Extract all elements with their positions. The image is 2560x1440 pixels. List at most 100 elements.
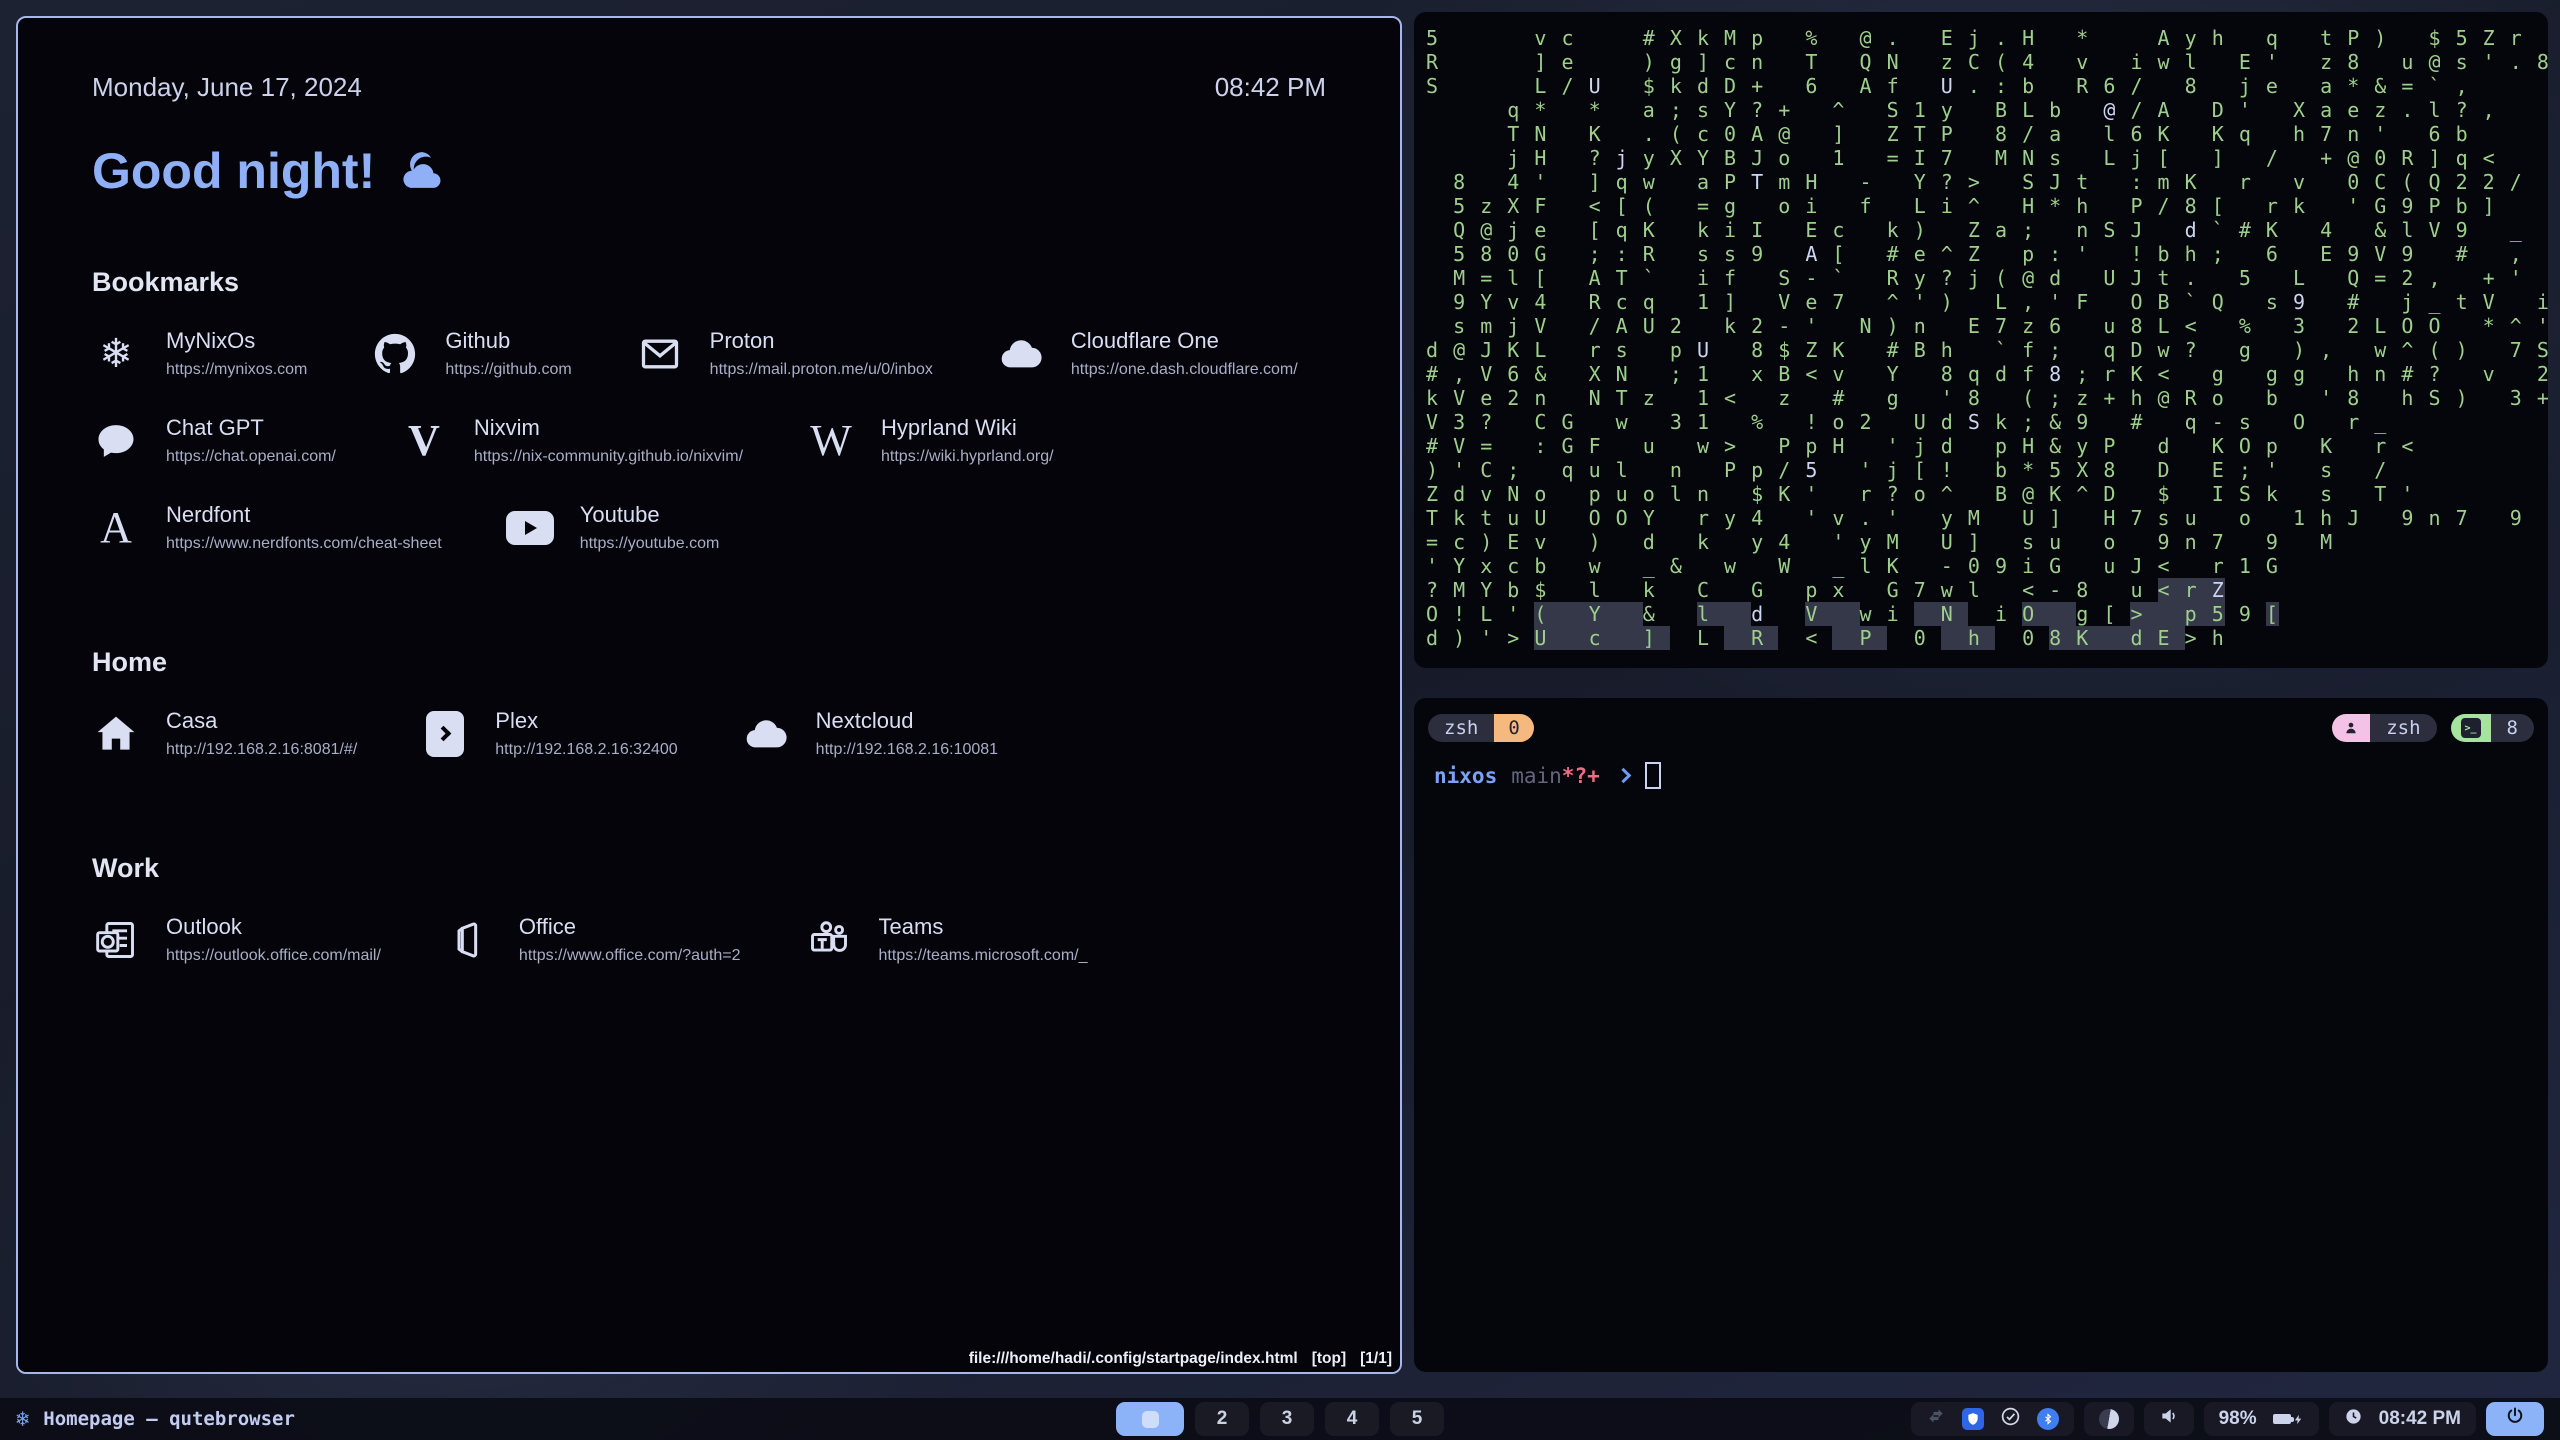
bookmark-item[interactable]: ❄MyNixOshttps://mynixos.com: [92, 328, 307, 379]
tmux-window-name: zsh: [1428, 714, 1494, 742]
bookmark-url: https://mail.proton.me/u/0/inbox: [710, 361, 933, 379]
shell-prompt[interactable]: nixos main *?+: [1434, 762, 2534, 789]
section-home: Home Casahttp://192.168.2.16:8081/#/ Plex h…: [92, 647, 1326, 759]
moon-icon: [2099, 1409, 2119, 1429]
wikipedia-w-icon: W: [807, 417, 855, 465]
bookmark-url: https://chat.openai.com/: [166, 448, 336, 466]
vim-v-icon: V: [400, 417, 448, 465]
bookmark-item[interactable]: Nextcloud http://192.168.2.16:10081: [742, 708, 998, 759]
workspace-button-5[interactable]: 5: [1390, 1402, 1444, 1436]
bookmark-url: https://www.office.com/?auth=2: [519, 947, 741, 965]
prompt-arrow-icon: [1615, 768, 1631, 784]
tmux-session-name: zsh: [2370, 714, 2436, 742]
tmux-statusbar: zsh 0 zsh >_ 8: [1428, 714, 2534, 742]
section-bookmarks: Bookmarks ❄MyNixOshttps://mynixos.com Gith…: [92, 267, 1326, 553]
house-icon: [92, 710, 140, 758]
bookmark-title: Teams: [879, 914, 1088, 940]
bookmark-url: http://192.168.2.16:32400: [495, 741, 677, 759]
bookmark-item[interactable]: Cloudflare One https://one.dash.cloudflar…: [997, 328, 1298, 379]
workspace-button-2[interactable]: 2: [1195, 1402, 1249, 1436]
greeting: Good night!: [92, 139, 1326, 203]
tmux-count-value: 8: [2491, 714, 2534, 742]
bookmark-url: https://github.com: [445, 361, 571, 379]
tmux-window-tab[interactable]: zsh 0: [1428, 714, 1534, 742]
tmux-session-pill: zsh: [2332, 714, 2436, 742]
qutebrowser-window: Monday, June 17, 2024 08:42 PM Good nigh…: [16, 16, 1402, 1374]
window-title-text: Homepage — qutebrowser: [43, 1408, 295, 1430]
bookmark-title: Proton: [710, 328, 933, 354]
chat-bubble-icon: [92, 417, 140, 465]
battery-charging-icon: [2273, 1412, 2304, 1427]
terminal-shell-window: zsh 0 zsh >_ 8 nixos main *?+: [1414, 698, 2548, 1372]
power-button[interactable]: [2486, 1402, 2544, 1436]
bookmark-title: Github: [445, 328, 571, 354]
workspace-button-4[interactable]: 4: [1325, 1402, 1379, 1436]
prompt-host: nixos: [1434, 764, 1497, 788]
startpage-sections: Bookmarks ❄MyNixOshttps://mynixos.com Gith…: [92, 267, 1326, 965]
bluetooth-icon[interactable]: [2037, 1408, 2059, 1430]
bookmark-item[interactable]: WHyprland Wikihttps://wiki.hyprland.org/: [807, 415, 1054, 466]
bookmark-title: Nerdfont: [166, 502, 442, 528]
bookmark-url: https://youtube.com: [580, 535, 720, 553]
bookmark-item[interactable]: ANerdfonthttps://www.nerdfonts.com/cheat…: [92, 502, 442, 553]
bookmark-item[interactable]: Officehttps://www.office.com/?auth=2: [445, 914, 741, 965]
statusbar-tab-counter: [1/1]: [1360, 1350, 1392, 1368]
bookmark-url: http://192.168.2.16:8081/#/: [166, 741, 357, 759]
bookmark-url: http://192.168.2.16:10081: [816, 741, 998, 759]
statusbar-scroll-position: [top]: [1312, 1350, 1346, 1368]
system-tray: [1911, 1402, 2074, 1436]
plex-chevron-icon: [421, 710, 469, 758]
active-workspace-indicator: [1142, 1411, 1159, 1428]
bookmark-item[interactable]: Github https://github.com: [371, 328, 571, 379]
volume-module[interactable]: [2144, 1402, 2194, 1436]
night-light-module[interactable]: [2084, 1402, 2134, 1436]
prompt-git-status: *?+: [1562, 764, 1600, 788]
moon-cloud-icon: [393, 139, 445, 203]
youtube-icon: [506, 504, 554, 552]
waybar: ❄ Homepage — qutebrowser 2345: [0, 1398, 2560, 1440]
kdeconnect-icon[interactable]: [1926, 1406, 1946, 1432]
workspace-button-3[interactable]: 3: [1260, 1402, 1314, 1436]
nix-snowflake-icon: ❄: [92, 330, 140, 378]
battery-percent: 98%: [2219, 1408, 2257, 1430]
terminal-icon: >_: [2451, 714, 2491, 742]
teams-icon: [805, 916, 853, 964]
bookmark-url: https://outlook.office.com/mail/: [166, 947, 381, 965]
cmatrix-output: 5 v c # X k M p % @ . E j . H * A y h q …: [1426, 26, 2536, 650]
bookmark-url: https://one.dash.cloudflare.com/: [1071, 361, 1298, 379]
envelope-icon: [636, 330, 684, 378]
bookmark-item[interactable]: Outlook https://outlook.office.com/mail/: [92, 914, 381, 965]
battery-module[interactable]: 98%: [2204, 1402, 2319, 1436]
bookmark-item[interactable]: Casahttp://192.168.2.16:8081/#/: [92, 708, 357, 759]
section-title: Bookmarks: [92, 267, 1326, 298]
bookmark-item[interactable]: Youtubehttps://youtube.com: [506, 502, 720, 553]
date-label: Monday, June 17, 2024: [92, 72, 362, 103]
bookmark-item[interactable]: Proton https://mail.proton.me/u/0/inbox: [636, 328, 933, 379]
github-icon: [371, 330, 419, 378]
shield-icon[interactable]: [1962, 1408, 1984, 1430]
workspace-button-1[interactable]: [1116, 1402, 1184, 1436]
bookmark-item[interactable]: Plex http://192.168.2.16:32400: [421, 708, 677, 759]
clock-module[interactable]: 08:42 PM: [2329, 1402, 2476, 1436]
bookmark-item[interactable]: VNixvimhttps://nix-community.github.io/n…: [400, 415, 743, 466]
office-icon: [445, 916, 493, 964]
bookmark-title: Cloudflare One: [1071, 328, 1298, 354]
statusbar-url: file:///home/hadi/.config/startpage/inde…: [969, 1350, 1298, 1368]
bookmark-title: Nextcloud: [816, 708, 998, 734]
bookmark-title: Outlook: [166, 914, 381, 940]
outlook-icon: [92, 916, 140, 964]
bookmark-item[interactable]: Teamshttps://teams.microsoft.com/_: [805, 914, 1088, 965]
bookmark-title: Plex: [495, 708, 677, 734]
bookmark-item[interactable]: Chat GPT https://chat.openai.com/: [92, 415, 336, 466]
tmux-count-pill: >_ 8: [2451, 714, 2534, 742]
bookmark-title: Chat GPT: [166, 415, 336, 441]
bookmark-url: https://www.nerdfonts.com/cheat-sheet: [166, 535, 442, 553]
bookmark-url: https://mynixos.com: [166, 361, 307, 379]
power-icon: [2505, 1406, 2525, 1432]
section-title: Home: [92, 647, 1326, 678]
check-circle-icon[interactable]: [2000, 1406, 2021, 1433]
section-title: Work: [92, 853, 1326, 884]
time-label: 08:42 PM: [1215, 72, 1326, 103]
nix-snowflake-icon: ❄: [16, 1407, 29, 1432]
cloud-icon: [742, 710, 790, 758]
